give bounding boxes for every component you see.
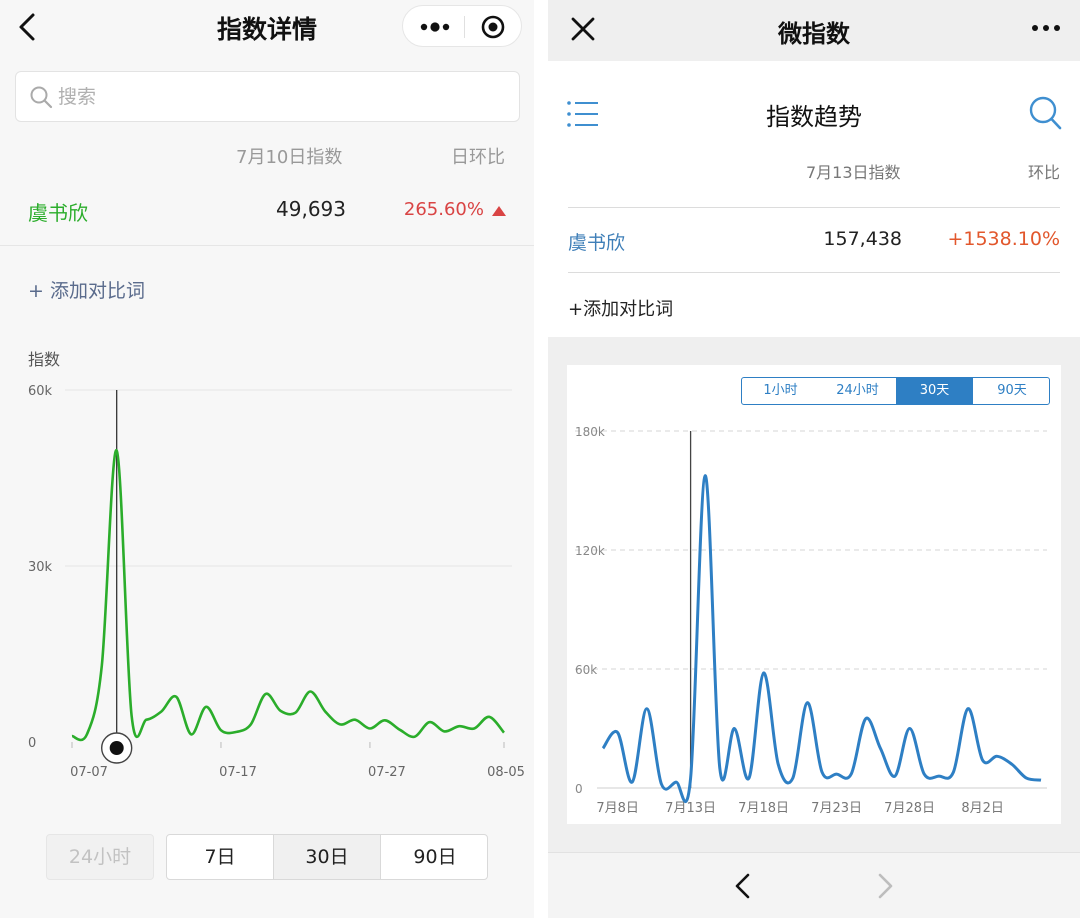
index-value: 49,693 — [276, 197, 346, 221]
x-tick-label: 7月28日 — [884, 801, 935, 816]
index-summary-card: 指数趋势 7月13日指数 环比 虞书欣 157,438 +1538.10% +添… — [548, 61, 1080, 337]
x-tick-label: 7月23日 — [811, 801, 862, 816]
right-panel: 微指数 指数趋势 7月13日指数 环比 虞书欣 157,438 +1538.10… — [548, 0, 1080, 918]
left-nav-bar: 指数详情 — [0, 0, 534, 54]
panel-divider — [534, 0, 548, 918]
y-tick-label: 0 — [575, 782, 583, 796]
search-icon — [30, 86, 53, 109]
series-line — [71, 449, 505, 742]
y-tick-label: 60k — [575, 663, 597, 677]
change-column-header: 环比 — [1027, 163, 1060, 182]
trend-up-icon — [492, 206, 506, 216]
more-icon[interactable] — [415, 14, 455, 40]
term-name[interactable]: 虞书欣 — [568, 228, 625, 255]
y-tick-label: 0 — [28, 736, 36, 751]
index-column-header: 7月10日指数 — [236, 147, 343, 168]
x-tick-label: 08-05 — [487, 765, 525, 780]
term-name: 虞书欣 — [28, 201, 88, 225]
divider — [568, 272, 1060, 273]
x-tick-label: 07-07 — [70, 765, 108, 780]
tab-30d[interactable]: 30天 — [896, 378, 973, 404]
divider — [0, 245, 534, 246]
bottom-nav-bar — [548, 852, 1080, 918]
change-value: 265.60% — [403, 199, 484, 220]
right-line-chart[interactable]: 0 60k 120k 180k 7月8日 7月13日 7月18日 7月23日 7月28日 8月2日 — [567, 405, 1061, 824]
series-line — [601, 474, 1042, 804]
x-tick-label: 7月8日 — [596, 801, 639, 816]
change-value: +1538.10% — [947, 228, 1060, 250]
search-icon[interactable] — [1028, 95, 1062, 131]
x-tick-label: 7月13日 — [665, 801, 716, 816]
index-column-header: 7月13日指数 — [806, 163, 901, 182]
mini-program-capsule — [402, 5, 522, 47]
table-row[interactable]: 虞书欣 49,693 265.60% — [0, 175, 534, 245]
search-bar[interactable] — [15, 71, 520, 122]
index-value: 157,438 — [823, 228, 902, 250]
right-nav-bar: 微指数 — [548, 0, 1080, 60]
close-mini-program-icon[interactable] — [477, 14, 509, 40]
range-90d-button[interactable]: 90日 — [381, 835, 487, 879]
y-tick-label: 180k — [575, 425, 605, 439]
divider — [568, 207, 1060, 208]
tab-1h[interactable]: 1小时 — [742, 378, 819, 404]
back-arrow-icon[interactable] — [730, 871, 756, 901]
range-selector: 24小时 7日 30日 90日 — [0, 834, 534, 882]
tab-90d[interactable]: 90天 — [973, 378, 1049, 404]
y-tick-label: 60k — [28, 384, 53, 399]
left-line-chart[interactable]: 0 30k 60k 07-07 07-17 07-27 08-05 — [0, 370, 534, 800]
capsule-separator — [464, 16, 465, 38]
range-tabs: 1小时 24小时 30天 90天 — [741, 377, 1050, 405]
y-tick-label: 30k — [28, 560, 53, 575]
x-tick-label: 07-27 — [368, 765, 406, 780]
change-column-header: 日环比 — [451, 147, 505, 168]
page-title: 微指数 — [778, 20, 850, 48]
search-input[interactable] — [58, 82, 498, 112]
x-tick-label: 8月2日 — [961, 801, 1004, 816]
add-compare-link[interactable]: +添加对比词 — [568, 295, 673, 321]
range-24h-button[interactable]: 24小时 — [46, 834, 154, 880]
tab-24h[interactable]: 24小时 — [819, 378, 896, 404]
range-button-group: 7日 30日 90日 — [166, 834, 488, 880]
more-icon[interactable] — [1028, 16, 1064, 40]
y-axis-label: 指数 — [28, 350, 61, 369]
add-compare-link[interactable]: + 添加对比词 — [28, 276, 145, 303]
range-30d-button[interactable]: 30日 — [274, 835, 381, 879]
trend-chart-card: 1小时 24小时 30天 90天 0 60k 120k 180k 7月8日 7月13日 7月… — [567, 365, 1061, 824]
section-title: 指数趋势 — [766, 103, 862, 131]
crosshair-handle-dot — [109, 741, 124, 755]
left-panel: 指数详情 7月10日指数 日环比 虞书欣 49,693 265.60% — [0, 0, 534, 918]
y-tick-label: 120k — [575, 544, 605, 558]
forward-arrow-icon[interactable] — [872, 871, 898, 901]
x-tick-label: 07-17 — [219, 765, 257, 780]
range-7d-button[interactable]: 7日 — [167, 835, 274, 879]
x-tick-label: 7月18日 — [738, 801, 789, 816]
